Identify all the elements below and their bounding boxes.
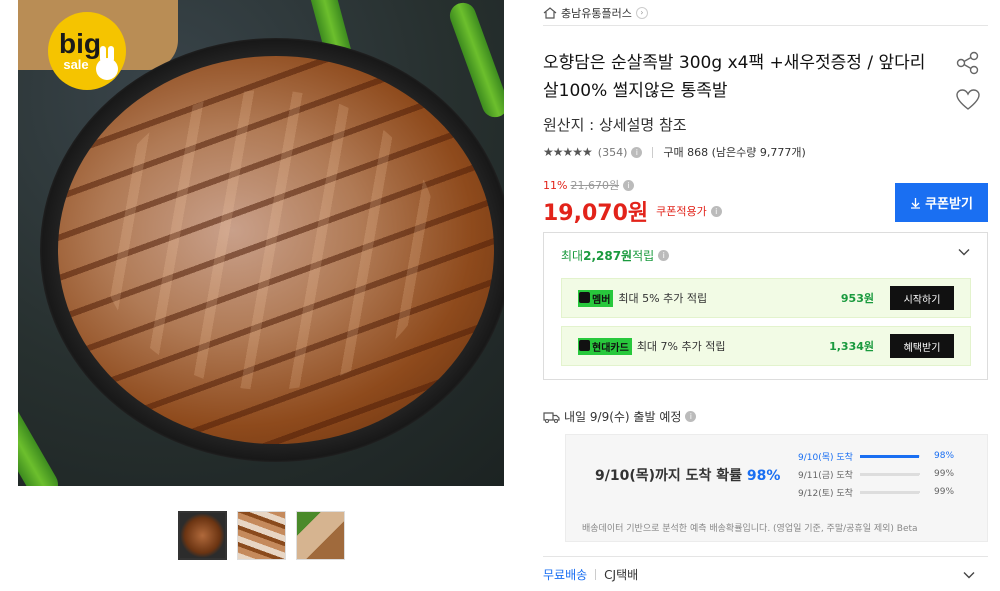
- card-tag: 현대카드: [578, 337, 632, 355]
- free-shipping: 무료배송: [543, 567, 588, 582]
- delivery-row[interactable]: 무료배송 CJ택배: [543, 556, 988, 591]
- prob-bar: [860, 454, 920, 458]
- share-icon[interactable]: [955, 50, 981, 76]
- info-icon[interactable]: i: [631, 146, 643, 158]
- prob-label: 9/11(금) 도착: [798, 470, 853, 481]
- pepper-decoration: [446, 0, 504, 121]
- start-button[interactable]: 시작하기: [890, 286, 954, 310]
- thumbnail-3[interactable]: [296, 511, 345, 560]
- thumbnail-strip: [178, 511, 345, 560]
- info-icon[interactable]: i: [658, 250, 670, 261]
- delivery-probability-box: 9/10(목)까지 도착 확률 98% 9/10(목) 도착 98% 9/11(…: [565, 434, 988, 542]
- prob-bar-fill: [860, 490, 920, 494]
- badge-line1: big: [59, 27, 101, 59]
- prob-row-2: 9/11(금) 도착 99%: [798, 467, 968, 481]
- carrier: CJ택배: [604, 567, 639, 582]
- prob-bar-fill: [860, 472, 920, 476]
- shipping-heading: 내일 9/9(수) 출발 예정 i: [543, 408, 697, 425]
- reward-row-card: 현대카드 최대 7% 추가 적립 1,334원 혜택받기: [561, 326, 971, 366]
- sale-price: 19,070원: [543, 201, 649, 226]
- prob-value: 99%: [934, 487, 955, 497]
- big-sale-badge: big sale: [48, 12, 126, 90]
- reward-head-prefix: 최대: [561, 249, 584, 263]
- meat-shine: [98, 90, 438, 390]
- prob-bar: [860, 490, 920, 494]
- heart-icon[interactable]: [955, 88, 981, 112]
- chevron-down-icon[interactable]: [962, 568, 976, 582]
- prob-bar-fill: [860, 454, 919, 458]
- arrival-probability: 9/10(목)까지 도착 확률 98%: [595, 465, 780, 485]
- chevron-right-icon: ›: [635, 6, 648, 19]
- coupon-button[interactable]: 쿠폰받기: [895, 183, 988, 222]
- original-price-row: 11% 21,670원 i: [543, 177, 635, 193]
- reward-head-suffix: 적립: [632, 249, 655, 263]
- pepper-decoration: [18, 394, 64, 486]
- rating-row: ★★★★★ (354) i 구매 868 (남은수량 9,777개): [543, 144, 806, 160]
- arrival-prefix: 9/10(목)까지 도착 확률: [595, 468, 747, 484]
- reward-amount: 1,334원: [829, 340, 874, 353]
- reward-head-amount: 2,287원: [583, 249, 633, 263]
- benefit-button[interactable]: 혜택받기: [890, 334, 954, 358]
- seller-row[interactable]: 충남유통플러스 ›: [543, 0, 988, 26]
- reward-row-text: 최대 5% 추가 적립: [618, 292, 708, 305]
- product-title: 오향담은 순살족발 300g x4팩 +새우젓증정 / 앞다리살100% 썰지않…: [543, 53, 926, 101]
- prob-value: 99%: [934, 469, 955, 479]
- seller-name[interactable]: 충남유통플러스: [561, 5, 632, 21]
- info-icon[interactable]: i: [623, 179, 635, 191]
- discount-rate: 11%: [543, 178, 568, 192]
- shipping-head-text: 내일 9/9(수) 출발 예정: [564, 410, 682, 424]
- prob-label: 9/10(목) 도착: [798, 452, 853, 463]
- reward-row-text: 최대 7% 추가 적립: [636, 340, 726, 353]
- divider: [652, 146, 654, 158]
- star-rating[interactable]: ★★★★★: [543, 145, 593, 159]
- divider: [595, 568, 597, 580]
- reward-amount: 953원: [840, 292, 874, 305]
- reward-heading[interactable]: 최대 2,287원 적립 i: [561, 247, 670, 264]
- prob-label: 9/12(토) 도착: [798, 488, 853, 499]
- original-price: 21,670원: [570, 179, 620, 192]
- badge-line2: sale: [63, 56, 89, 72]
- prob-value: 98%: [934, 451, 955, 461]
- thumbnail-2[interactable]: [237, 511, 286, 560]
- truck-icon: [543, 411, 560, 423]
- bunny-icon: [96, 58, 118, 80]
- origin-text: 원산지 : 상세설명 참조: [543, 116, 687, 134]
- reward-panel: 최대 2,287원 적립 i 멤버 최대 5% 추가 적립 953원 시작하기 …: [543, 232, 988, 380]
- arrival-pct: 98%: [746, 468, 781, 484]
- sale-price-row: 19,070원 쿠폰적용가 i: [543, 195, 722, 227]
- prob-row-1: 9/10(목) 도착 98%: [798, 449, 968, 463]
- coupon-note: 쿠폰적용가: [656, 205, 707, 218]
- purchase-count: 구매 868 (남은수량 9,777개): [663, 146, 806, 159]
- review-count[interactable]: (354): [598, 146, 628, 159]
- prob-bar: [860, 472, 920, 476]
- coupon-button-label: 쿠폰받기: [925, 197, 973, 212]
- prob-row-3: 9/12(토) 도착 99%: [798, 485, 968, 499]
- info-icon[interactable]: i: [685, 411, 697, 422]
- home-icon: [543, 6, 557, 19]
- product-main-image: big sale: [18, 0, 504, 486]
- download-icon: [911, 197, 921, 209]
- chevron-down-icon[interactable]: [957, 245, 971, 259]
- thumbnail-1[interactable]: [178, 511, 227, 560]
- member-tag: 멤버: [578, 289, 614, 307]
- info-icon[interactable]: i: [710, 205, 722, 217]
- reward-row-member: 멤버 최대 5% 추가 적립 953원 시작하기: [561, 278, 971, 318]
- shipping-note: 배송데이터 기반으로 분석한 예측 배송확률입니다. (영업일 기준, 주말/공…: [582, 524, 918, 534]
